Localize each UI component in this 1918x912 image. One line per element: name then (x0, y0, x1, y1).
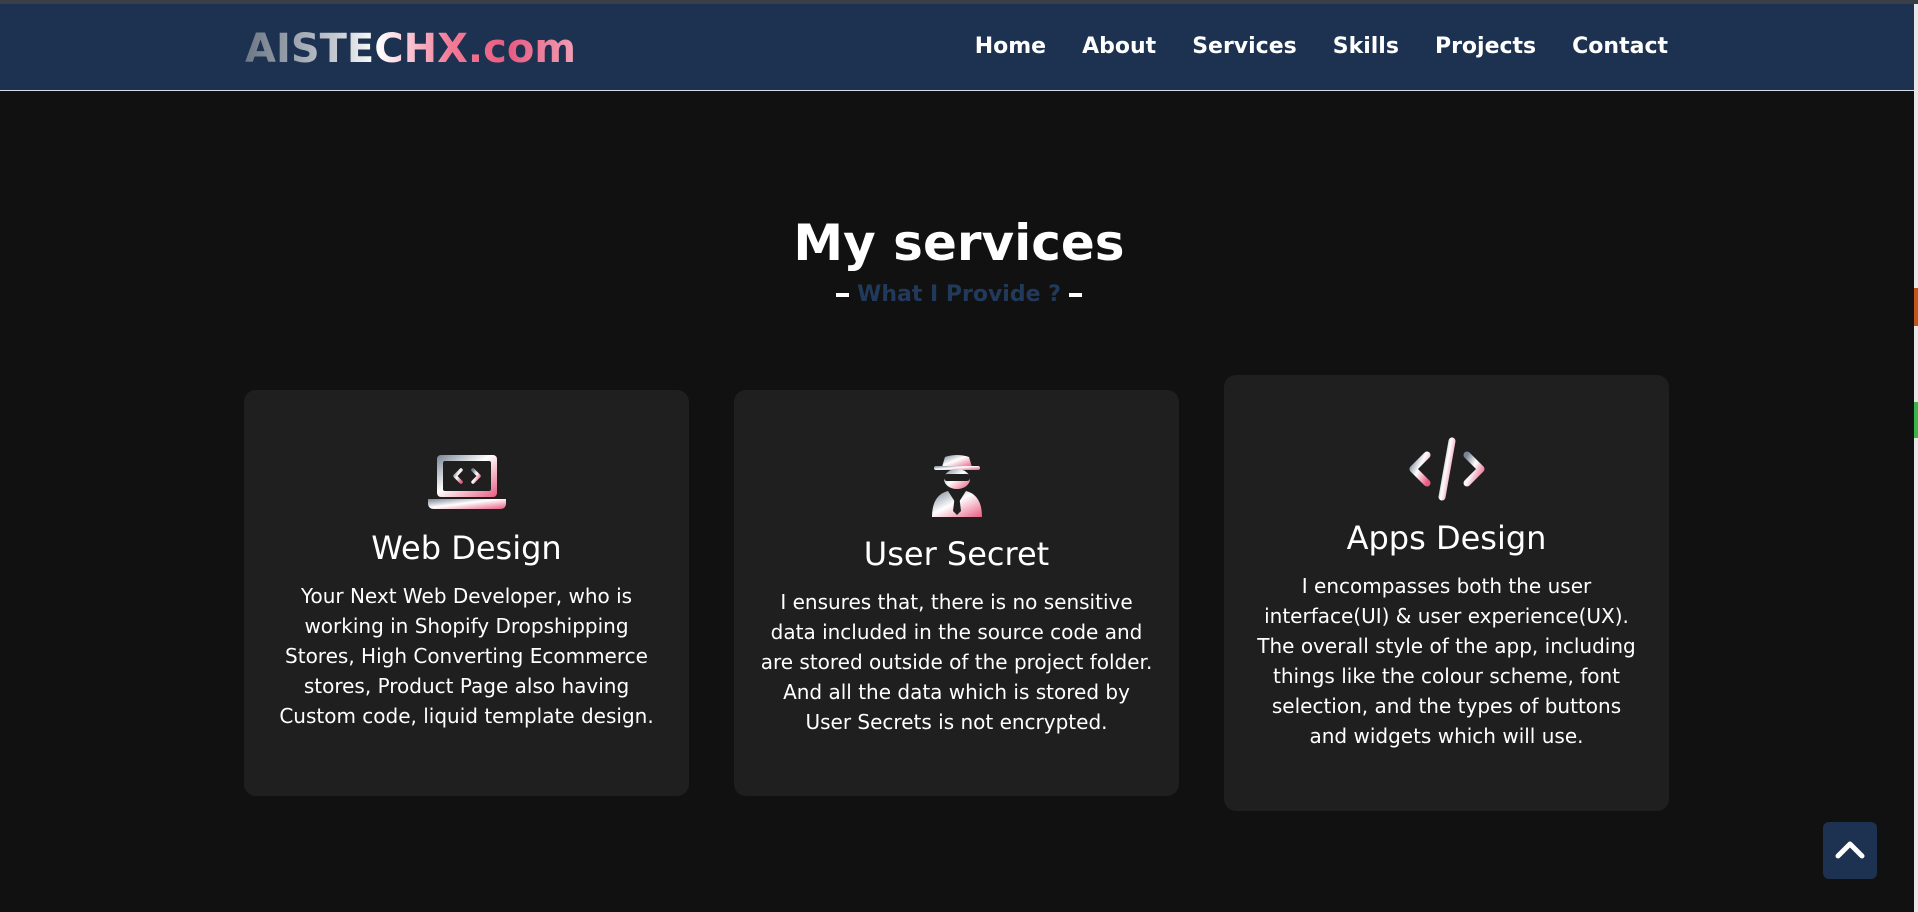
edge-marker-green (1914, 402, 1918, 438)
card-title: Web Design (371, 529, 562, 567)
card-description: Your Next Web Developer, who is working … (279, 584, 654, 728)
user-secret-icon (928, 453, 986, 521)
nav-link-about[interactable]: About (1082, 34, 1156, 59)
nav-link-projects[interactable]: Projects (1435, 34, 1536, 59)
service-card-user-secret: User Secret I ensures that, there is no … (734, 390, 1179, 796)
nav-link-home[interactable]: Home (975, 34, 1046, 59)
chevron-up-icon (1835, 839, 1865, 863)
card-description: I ensures that, there is no sensitive da… (760, 590, 1153, 734)
subtitle-dash-left (836, 293, 850, 297)
service-card-apps-design: Apps Design I encompasses both the user … (1224, 375, 1669, 811)
card-title: User Secret (863, 535, 1050, 573)
section-subtitle: What I Provide ? (0, 282, 1918, 307)
nav-link-contact[interactable]: Contact (1572, 34, 1668, 59)
nav-links: Home About Services Skills Projects Cont… (975, 34, 1668, 59)
service-card-web-design: Web Design Your Next Web Developer, who … (244, 390, 689, 796)
card-title: Apps Design (1346, 519, 1547, 557)
navbar: AISTECHX.com Home About Services Skills … (0, 4, 1914, 91)
page: AISTECHX.com Home About Services Skills … (0, 0, 1918, 912)
subtitle-text: What I Provide ? (857, 282, 1061, 307)
code-icon (1407, 437, 1487, 505)
section-title: My services (793, 214, 1125, 272)
subtitle-dash-right (1068, 293, 1082, 297)
card-description: I encompasses both the user interface(UI… (1257, 574, 1636, 748)
scroll-to-top-button[interactable] (1823, 822, 1877, 879)
laptop-code-icon (427, 453, 507, 515)
site-logo[interactable]: AISTECHX.com (245, 26, 576, 72)
browser-scrollbar[interactable] (1914, 0, 1918, 912)
nav-link-skills[interactable]: Skills (1333, 34, 1399, 59)
nav-link-services[interactable]: Services (1192, 34, 1297, 59)
